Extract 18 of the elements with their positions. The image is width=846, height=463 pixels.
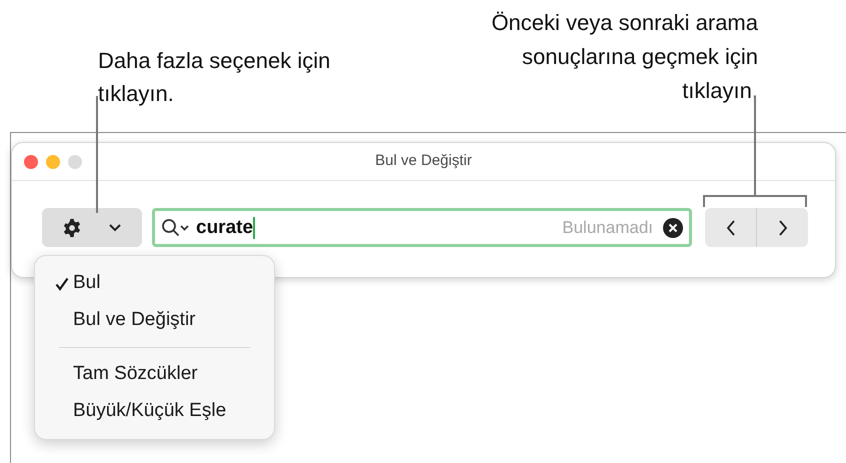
- chevron-left-icon: [726, 220, 736, 236]
- callout-text: Daha fazla seçenek için tıklayın.: [98, 47, 332, 108]
- search-field[interactable]: curate Bulunamadı: [152, 208, 692, 247]
- checkmark-icon: [55, 276, 69, 290]
- window-title: Bul ve Değiştir: [374, 151, 473, 172]
- search-icon: [161, 218, 191, 238]
- menu-item[interactable]: Tam Sözcükler: [35, 356, 274, 393]
- search-text: curate: [196, 218, 254, 237]
- callout-text: Önceki veya sonraki arama sonuçlarına geçmek için tıklayın.: [490, 9, 758, 105]
- menu-item[interactable]: Bul: [35, 265, 274, 302]
- menu-item[interactable]: Bul ve Değiştir: [35, 302, 274, 339]
- menu-item[interactable]: Büyük/Küçük Eşle: [35, 393, 274, 430]
- options-button[interactable]: [42, 208, 142, 247]
- search-status: Bulunamadı: [562, 216, 653, 239]
- clear-icon[interactable]: [663, 218, 683, 238]
- chevron-down-icon: [108, 223, 122, 232]
- chevron-right-icon: [778, 220, 788, 236]
- gear-icon: [62, 218, 82, 238]
